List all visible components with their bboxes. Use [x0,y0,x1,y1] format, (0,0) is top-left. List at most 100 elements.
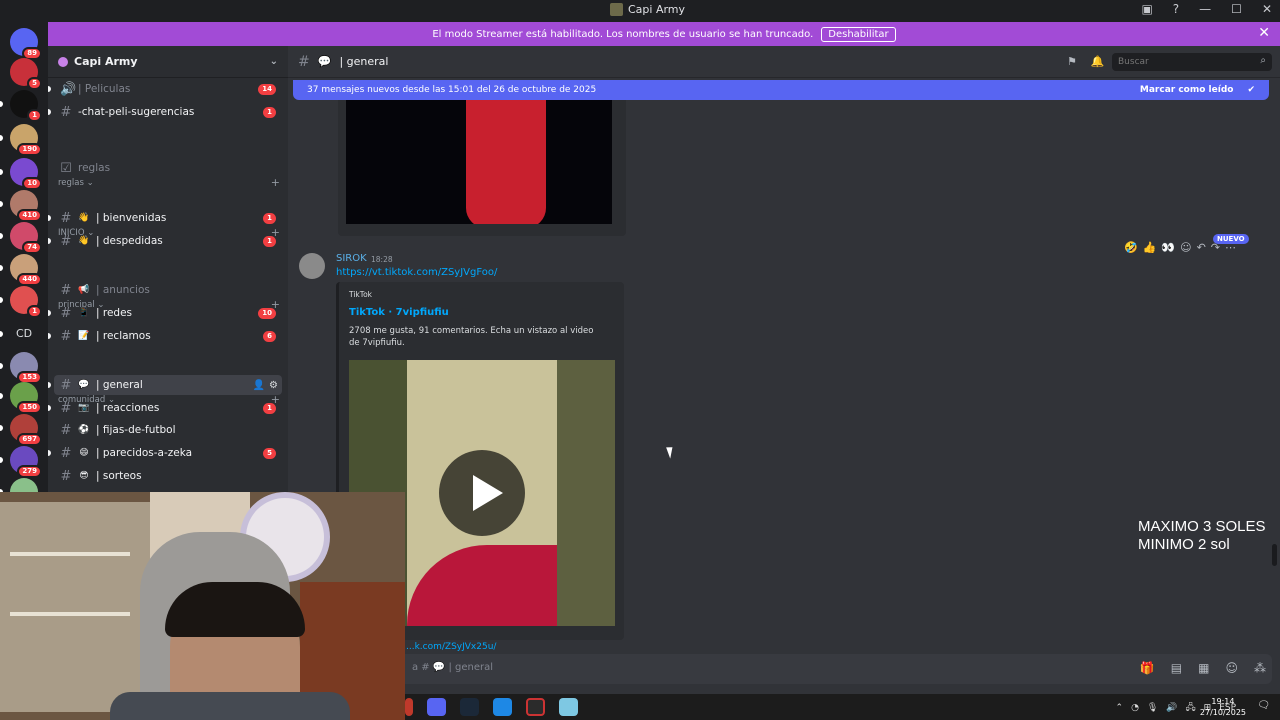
close-banner-icon[interactable]: ✕ [1258,25,1270,41]
sticker-icon[interactable]: ▦ [1198,661,1209,675]
channel-item[interactable]: # 💬 | general 👤 ⚙ [48,375,282,395]
forward-icon[interactable]: ↷ [1211,241,1220,254]
channel-item[interactable]: # 📝 | reclamos 6 [48,326,282,346]
channel-emoji-icon: 😄 [79,448,89,458]
server-icon[interactable]: 89 [10,28,42,60]
message-timestamp: 18:28 [371,255,393,264]
mark-read-icon[interactable]: ✔ [1247,85,1255,95]
avatar[interactable] [299,253,325,279]
app-taskbar-icon[interactable] [493,698,512,716]
chevron-down-icon[interactable]: ⌄ [270,56,278,67]
gift-icon[interactable]: 🎁 [1140,661,1155,675]
previous-video-thumbnail[interactable] [346,98,612,224]
unread-pill [0,233,3,239]
taskbar-clock[interactable]: 19:14 27/10/2025 [1200,696,1246,718]
server-icon[interactable]: 5 [10,58,42,90]
server-header[interactable]: Capi Army ⌄ [48,46,288,78]
channel-item[interactable]: # 📱 | redes 10 [48,303,282,323]
chat-scrollbar[interactable] [1272,544,1277,566]
server-icon[interactable]: 10 [10,158,42,190]
emoji-icon[interactable]: ☺ [1225,661,1238,675]
maximize-button[interactable]: ☐ [1231,2,1242,16]
microphone-icon[interactable]: 🎙 [1147,703,1158,713]
taskbar-app-icon[interactable] [405,698,413,716]
apps-icon[interactable]: ⁂ [1254,661,1266,675]
close-window-button[interactable]: ✕ [1262,2,1272,16]
reply-icon[interactable]: ↶ [1197,241,1206,254]
hash-icon: # [60,328,72,344]
channel-item[interactable]: # 👋 | despedidas 1 [48,231,282,251]
overlay-line-1: MAXIMO 3 SOLES [1138,518,1266,535]
play-icon[interactable] [439,450,525,536]
tray-app-icon[interactable]: ◔ [1131,703,1139,713]
embed-title[interactable]: TikTok · 7vipfiufiu [349,307,449,318]
notification-icon[interactable]: 🗨 [1257,700,1270,711]
server-icon[interactable]: 190 [10,124,42,156]
search-input[interactable] [1112,53,1272,71]
thumbs-up-reaction-icon[interactable]: 👍 [1143,241,1157,254]
taskbar-apps [405,698,578,716]
channel-item[interactable]: # ⚽ | fijas-de-futbol [54,420,282,440]
channel-item[interactable]: 🔊 | Peliculas 14 [48,79,282,99]
disable-streamer-button[interactable]: Deshabilitar [821,26,896,42]
server-icon[interactable]: CD [10,320,38,348]
gear-icon[interactable]: ⚙ [269,380,278,391]
hash-icon: # [298,53,310,70]
server-icon[interactable]: 279 [10,446,42,478]
more-icon[interactable]: ⋯ [1225,241,1236,254]
minimize-button[interactable]: — [1199,2,1211,16]
discord-taskbar-icon[interactable] [427,698,446,716]
chevron-up-icon[interactable]: ⌃ [1116,703,1124,713]
threads-icon[interactable]: ⚑ [1067,55,1077,68]
channel-list: 🔊 | Peliculas 14 # -chat-peli-sugerencias 1 re… [48,78,288,492]
unread-indicator [48,86,51,92]
server-icon [58,56,68,67]
laugh-reaction-icon[interactable]: 🤣 [1124,241,1138,254]
channel-item[interactable]: ☑ reglas [54,158,282,178]
server-icon[interactable]: 440 [10,254,42,286]
message-actions: 🤣 👍 👀 ☺ ↶ ↷ ⋯ [1124,241,1236,254]
new-messages-bar[interactable]: 37 mensajes nuevos desde las 15:01 del 2… [293,80,1269,100]
add-reaction-icon[interactable]: ☺ [1180,241,1191,254]
server-icon[interactable]: 153 [10,352,42,384]
message-link[interactable]: https://vt.tiktok.com/ZSyJVgFoo/ [336,267,497,278]
mark-as-read-button[interactable]: Marcar como leído [1140,85,1234,95]
obs-taskbar-icon[interactable] [526,698,545,716]
network-icon[interactable]: 🖧 [1186,700,1196,716]
message-input[interactable]: a # 💬 | general [296,654,1272,684]
channel-name: reglas [78,162,111,174]
server-icon[interactable]: 1 [10,90,42,122]
help-icon[interactable]: ? [1173,2,1179,16]
files-taskbar-icon[interactable] [559,698,578,716]
chat-header: # 💬 | general ⚑ 🔔 📌 👥 ⌕ [288,46,1280,78]
channel-item[interactable]: # -chat-peli-sugerencias 1 [48,102,282,122]
channel-item[interactable]: # 😎 | sorteos [54,466,282,486]
message-author[interactable]: SIROK [336,253,367,264]
server-icon[interactable]: 150 [10,382,42,414]
channel-item[interactable]: # 📢 | anuncios [54,280,282,300]
gif-icon[interactable]: ▤ [1171,661,1182,675]
server-icon[interactable]: 410 [10,190,42,222]
channel-item[interactable]: # 👋 | bienvenidas 1 [48,208,282,228]
server-icon[interactable]: 1 [10,286,42,318]
channel-item[interactable]: # 📷 | reacciones 1 [48,398,282,418]
server-icon[interactable]: 74 [10,222,42,254]
eyes-reaction-icon[interactable]: 👀 [1161,241,1175,254]
invite-icon[interactable]: 👤 [253,380,265,391]
steam-taskbar-icon[interactable] [460,698,479,716]
stream-overlay-text: MAXIMO 3 SOLES MINIMO 2 sol [1138,518,1266,554]
webcam-feed [0,492,405,720]
channel-emoji-icon: 📝 [78,331,90,341]
volume-icon[interactable]: 🔊 [1166,703,1177,713]
channel-emoji-icon: 💬 [78,380,90,390]
window-title-text: Capi Army [628,3,686,16]
next-message-link[interactable]: ...k.com/ZSyJVx25u/ [406,642,496,652]
inbox-icon[interactable]: ▣ [1141,2,1152,16]
channel-sidebar: Capi Army ⌄ 🔊 | Peliculas 14 # -chat-peli-su… [48,46,288,492]
taskbar: ⌃ ◔ 🎙 🔊 🖧 ⊞ ESP 19:14 27/10/2025 🗨 [405,694,1280,720]
mention-count-badge: 1 [263,106,276,118]
channel-item[interactable]: # 😄 | parecidos-a-zeka 5 [48,443,282,463]
bell-icon[interactable]: 🔔 [1091,55,1105,68]
server-icon[interactable]: 697 [10,414,42,446]
unread-pill [0,265,3,271]
